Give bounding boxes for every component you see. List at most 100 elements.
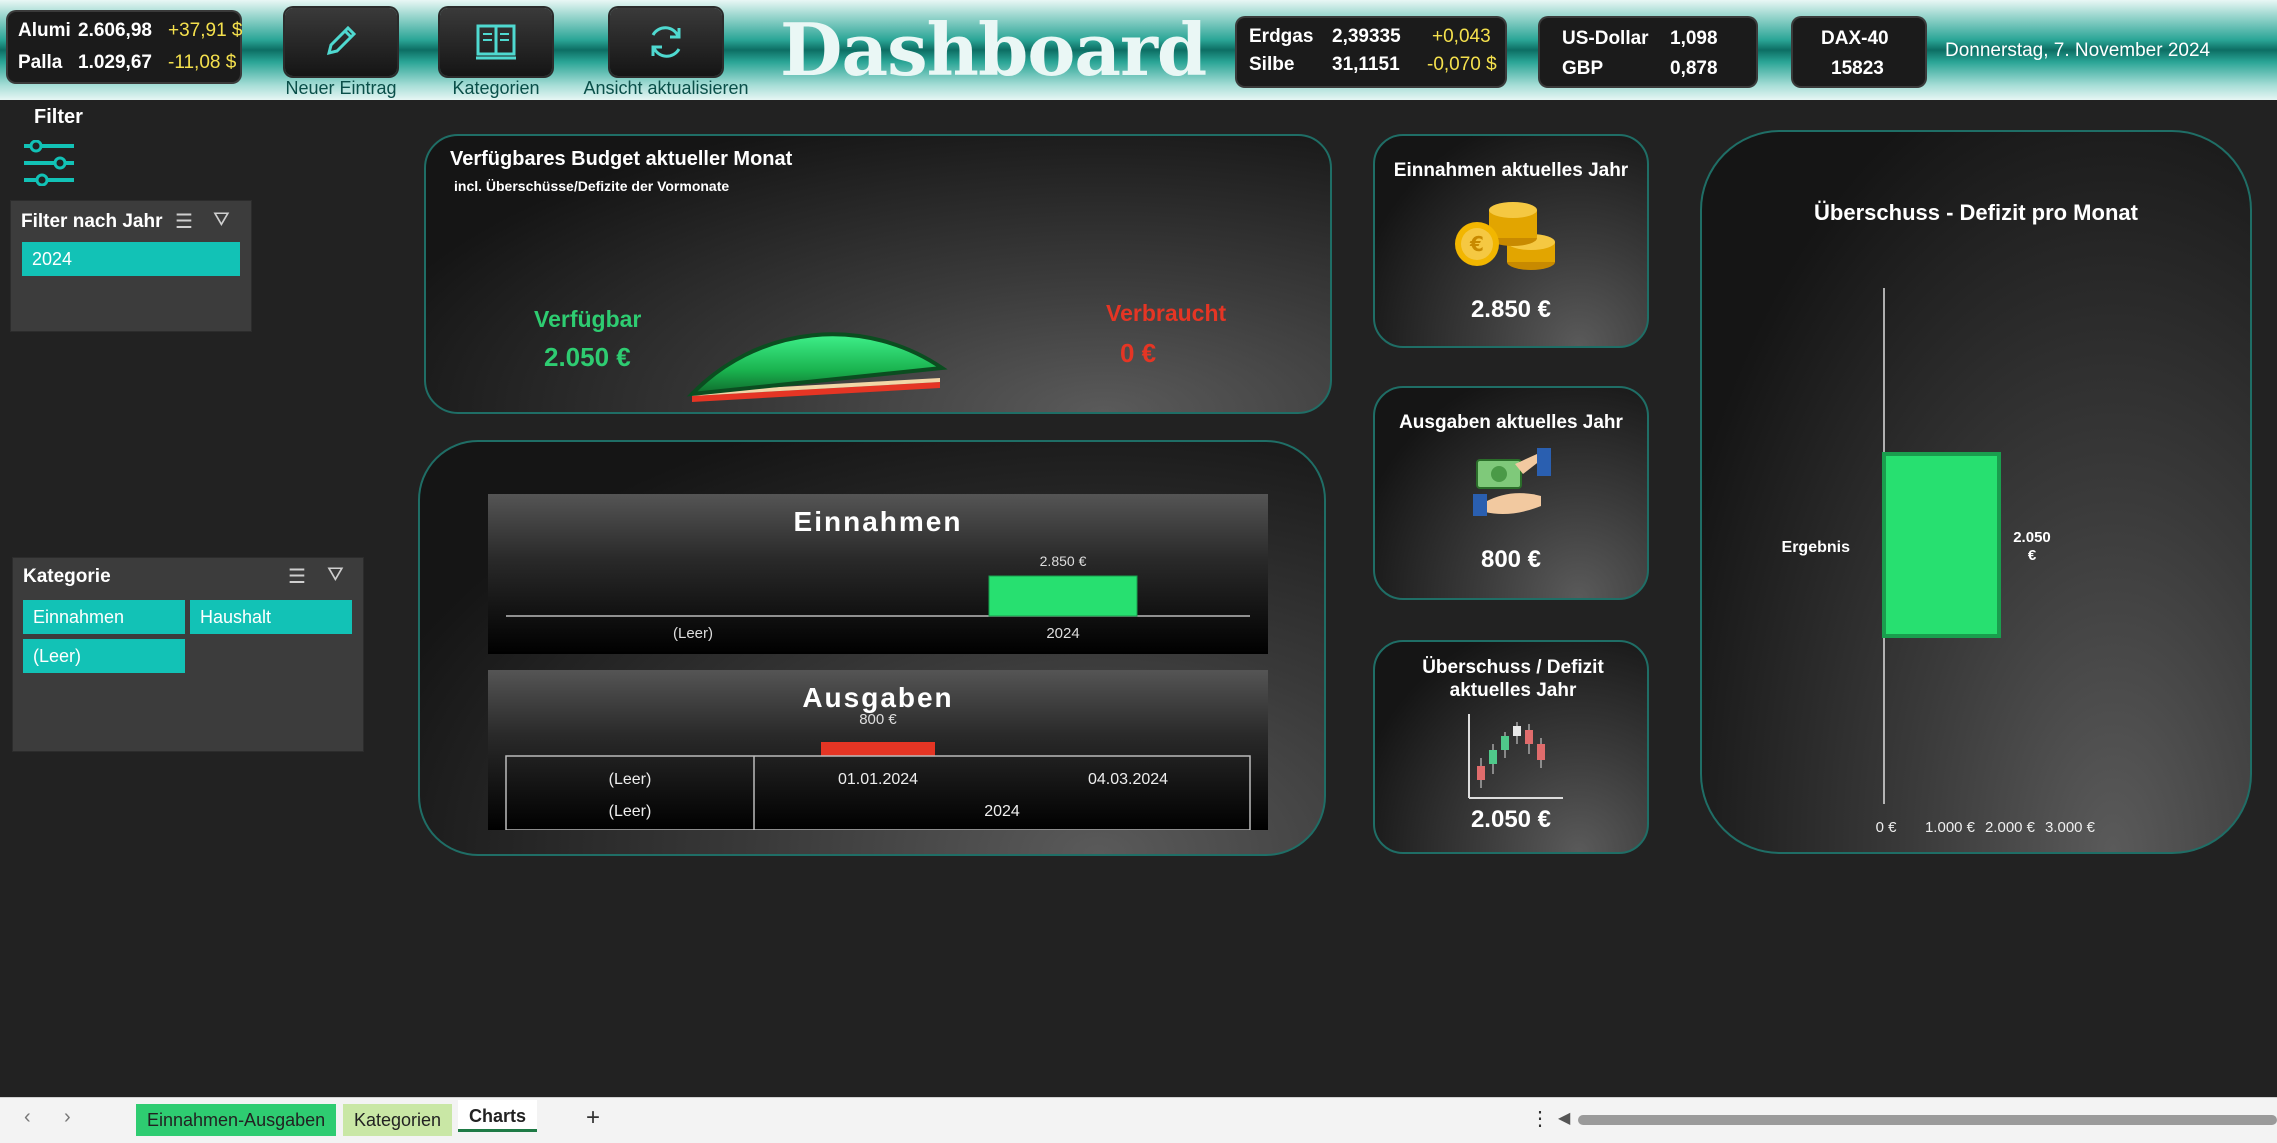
scroll-right-icon[interactable]: › (64, 1106, 71, 1129)
year-slicer-item[interactable]: 2024 (22, 242, 240, 276)
available-value: 2.050 € (544, 342, 631, 372)
add-sheet-icon[interactable]: + (586, 1104, 600, 1132)
category-slicer: Kategorie ☰ ⛛ Einnahmen Haushalt (Leer) (12, 557, 364, 752)
multi-select-icon[interactable]: ☰ (288, 564, 306, 589)
category-slicer-item[interactable]: Haushalt (190, 600, 352, 634)
ticker-currencies: US-Dollar 1,098 GBP 0,878 (1540, 18, 1756, 86)
more-options-icon[interactable]: ⋮ (1530, 1106, 1550, 1131)
kpi-income-value: 2.850 € (1470, 296, 1552, 323)
surplus-data-label: 2.050 (2013, 529, 2051, 546)
surplus-tick-label: 1.000 € (1925, 819, 1976, 836)
income-expense-card: Einnahmen (Leer) 2.850 €2024 Ausgaben 800… (418, 440, 1326, 856)
index-value: 15823 (1831, 58, 1884, 79)
categories-label[interactable]: Kategorien (430, 78, 562, 99)
budget-card: Verfügbares Budget aktueller Monat incl.… (424, 134, 1332, 414)
multi-select-icon[interactable]: ☰ (175, 209, 193, 234)
expense-category-label: (Leer) (609, 771, 652, 788)
kpi-surplus-value: 2.050 € (1470, 806, 1552, 833)
kpi-expenses-title: Ausgaben aktuelles Jahr (1399, 412, 1623, 433)
ticker-change: +37,91 $ (168, 20, 243, 41)
expense-category-label: 04.03.2024 (1088, 771, 1168, 788)
sheet-tab-bar: ‹ › Einnahmen-Ausgaben Kategorien Charts… (0, 1097, 2277, 1143)
scrollbar-left-arrow[interactable]: ◀ (1558, 1108, 1570, 1128)
money-hand-icon (1473, 448, 1551, 516)
ticker-price: 2,39335 (1332, 26, 1401, 47)
new-entry-label[interactable]: Neuer Eintrag (275, 78, 407, 99)
surplus-chart-card: Überschuss - Defizit pro Monat Ergebnis 2… (1700, 130, 2252, 854)
surplus-tick-label: 2.000 € (1985, 819, 2036, 836)
categories-button[interactable] (440, 8, 552, 76)
expense-category-label: 2024 (984, 803, 1020, 820)
ticker-price: 1.029,67 (78, 52, 152, 73)
kpi-income-card: Einnahmen aktuelles Jahr € 2.850 € (1373, 134, 1649, 348)
budget-title: Verfügbares Budget aktueller Monat (450, 148, 793, 170)
ticker-change: -0,070 $ (1427, 54, 1497, 75)
category-slicer-item[interactable]: (Leer) (23, 639, 185, 673)
svg-text:€: € (1469, 232, 1484, 256)
ticker-price: 2.606,98 (78, 20, 152, 41)
ticker-name: Erdgas (1249, 26, 1314, 47)
kpi-expenses-card: Ausgaben aktuelles Jahr 800 € (1373, 386, 1649, 600)
ticker-price: 31,1151 (1332, 54, 1400, 75)
income-category-label: (Leer) (673, 625, 713, 642)
surplus-category-label: Ergebnis (1782, 539, 1851, 556)
income-bars: (Leer) 2.850 € 2024 (506, 553, 1250, 642)
ticker-change: +0,043 (1432, 26, 1491, 47)
candlestick-icon (1468, 714, 1563, 799)
refresh-icon (651, 26, 681, 58)
budget-gauge (686, 332, 948, 402)
kpi-surplus-card: Überschuss / Defizit aktuelles Jahr 2.05… (1373, 640, 1649, 854)
tab-kategorien[interactable]: Kategorien (343, 1104, 453, 1136)
expense-bar (821, 742, 935, 756)
current-date: Donnerstag, 7. November 2024 (1945, 40, 2211, 61)
used-label: Verbraucht (1106, 300, 1227, 326)
category-slicer-title: Kategorie (23, 566, 111, 587)
currency-name: US-Dollar (1562, 28, 1649, 49)
currency-value: 0,878 (1670, 58, 1718, 79)
income-chart: Einnahmen (Leer) 2.850 €2024 (488, 494, 1268, 654)
refresh-view-label[interactable]: Ansicht aktualisieren (570, 78, 762, 99)
expense-category-label: (Leer) (609, 803, 652, 820)
pencil-icon (326, 25, 357, 56)
filter-heading: Filter (34, 106, 83, 128)
tab-charts[interactable]: Charts (458, 1100, 538, 1132)
refresh-view-button[interactable] (610, 8, 722, 76)
expense-category-label: 01.01.2024 (838, 771, 918, 788)
year-slicer: Filter nach Jahr ☰ ⛛ 2024 (10, 200, 252, 332)
book-icon (476, 24, 516, 60)
surplus-tick-label: 0 € (1876, 819, 1898, 836)
income-data-label: 2.850 € (1040, 553, 1087, 569)
coins-icon: € (1455, 202, 1555, 270)
kpi-expenses-value: 800 € (1480, 546, 1542, 573)
expense-data-label: 800 € (859, 711, 897, 728)
surplus-tick-label: 3.000 € (2045, 819, 2096, 836)
ticker-name: Palla (18, 52, 63, 73)
used-value: 0 € (1120, 338, 1157, 368)
ticker-commodities-1: Alumi 2.606,98 +37,91 $ Palla 1.029,67 -… (8, 12, 243, 82)
surplus-data-label: € (2028, 547, 2037, 564)
filter-sliders-icon[interactable] (20, 140, 78, 186)
new-entry-button[interactable] (285, 8, 397, 76)
category-slicer-item[interactable]: Einnahmen (23, 600, 185, 634)
kpi-income-title: Einnahmen aktuelles Jahr (1393, 160, 1629, 181)
tab-einnahmen-ausgaben[interactable]: Einnahmen-Ausgaben (136, 1104, 337, 1136)
surplus-bar (1882, 452, 2001, 638)
horizontal-scrollbar[interactable] (1578, 1115, 2277, 1125)
income-category-label: 2024 (1046, 625, 1079, 642)
kpi-surplus-title: Überschuss / Defizit aktuelles Jahr (1422, 657, 1604, 701)
dashboard-title: Dashboard (780, 7, 1207, 92)
ticker-name: Alumi (18, 20, 71, 41)
index-name: DAX-40 (1821, 28, 1889, 49)
expense-bars: 800 € (Leer) 01.01.2024 04.03.2024 (Leer) 202… (505, 711, 1251, 830)
clear-filter-icon[interactable]: ⛛ (327, 564, 344, 587)
clear-filter-icon[interactable]: ⛛ (213, 209, 230, 232)
dashboard-header: Alumi 2.606,98 +37,91 $ Palla 1.029,67 -… (0, 0, 2277, 100)
scroll-left-icon[interactable]: ‹ (24, 1106, 31, 1129)
income-bar (988, 575, 1138, 617)
expense-chart: Ausgaben 800 € (Leer) 01.01.2024 04.03.2024… (488, 670, 1268, 830)
currency-name: GBP (1562, 58, 1604, 79)
ticker-name: Silbe (1249, 54, 1295, 75)
ticker-change: -11,08 $ (168, 52, 237, 73)
surplus-bars: Ergebnis 2.050€0 € 1.000 € 2.000 € 3.000 € (1782, 288, 2096, 836)
ticker-commodities-2: Erdgas 2,39335 +0,043 Silbe 31,1151 -0,0… (1237, 18, 1505, 86)
